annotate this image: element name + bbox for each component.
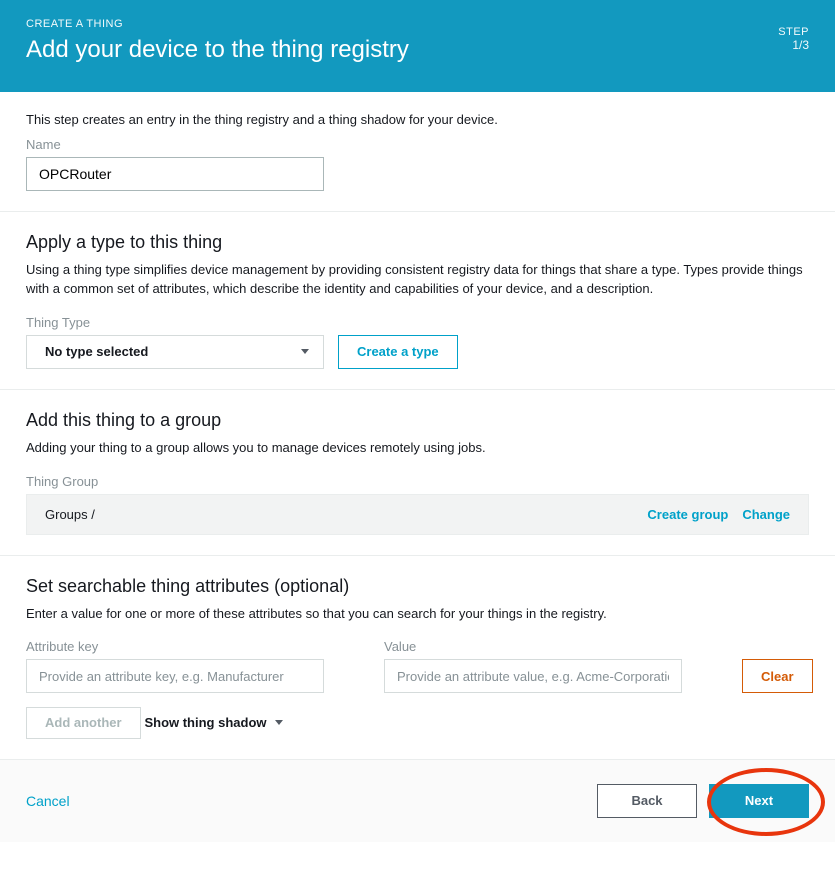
- thing-group-label: Thing Group: [26, 474, 809, 489]
- clear-button[interactable]: Clear: [742, 659, 813, 693]
- intro-text: This step creates an entry in the thing …: [26, 112, 809, 127]
- name-input[interactable]: [26, 157, 324, 191]
- group-desc: Adding your thing to a group allows you …: [26, 439, 809, 458]
- thing-type-label: Thing Type: [26, 315, 809, 330]
- thing-type-dropdown[interactable]: No type selected: [26, 335, 324, 369]
- page-header: CREATE A THING Add your device to the th…: [0, 0, 835, 92]
- change-group-link[interactable]: Change: [742, 507, 790, 522]
- step-count: 1/3: [778, 38, 809, 52]
- attributes-section: Set searchable thing attributes (optiona…: [0, 556, 835, 760]
- step-label: STEP: [778, 26, 809, 38]
- group-path: Groups /: [45, 507, 95, 522]
- header-left: CREATE A THING Add your device to the th…: [26, 18, 409, 64]
- show-shadow-label: Show thing shadow: [144, 715, 266, 730]
- caret-down-icon: [301, 349, 309, 354]
- cancel-link[interactable]: Cancel: [26, 793, 70, 809]
- intro-section: This step creates an entry in the thing …: [0, 92, 835, 212]
- attr-desc: Enter a value for one or more of these a…: [26, 605, 809, 624]
- type-heading: Apply a type to this thing: [26, 232, 809, 253]
- attr-key-label: Attribute key: [26, 639, 324, 654]
- header-step: STEP 1/3: [778, 26, 809, 52]
- back-button[interactable]: Back: [597, 784, 697, 818]
- group-box: Groups / Create group Change: [26, 494, 809, 535]
- footer-right: Back Next: [597, 784, 809, 818]
- type-row: No type selected Create a type: [26, 335, 809, 369]
- attr-heading: Set searchable thing attributes (optiona…: [26, 576, 809, 597]
- type-desc: Using a thing type simplifies device man…: [26, 261, 809, 299]
- group-heading: Add this thing to a group: [26, 410, 809, 431]
- thing-type-selected: No type selected: [45, 344, 148, 359]
- next-button[interactable]: Next: [709, 784, 809, 818]
- create-type-button[interactable]: Create a type: [338, 335, 458, 369]
- attr-key-col: Attribute key: [26, 639, 324, 693]
- show-thing-shadow-toggle[interactable]: Show thing shadow: [144, 715, 282, 730]
- attr-value-col: Value: [384, 639, 682, 693]
- attr-key-input[interactable]: [26, 659, 324, 693]
- create-group-link[interactable]: Create group: [647, 507, 728, 522]
- name-label: Name: [26, 137, 809, 152]
- caret-down-icon: [275, 720, 283, 725]
- type-section: Apply a type to this thing Using a thing…: [0, 212, 835, 390]
- add-another-button[interactable]: Add another: [26, 707, 141, 739]
- attr-value-input[interactable]: [384, 659, 682, 693]
- group-section: Add this thing to a group Adding your th…: [0, 390, 835, 556]
- group-actions: Create group Change: [647, 507, 790, 522]
- attr-value-label: Value: [384, 639, 682, 654]
- breadcrumb: CREATE A THING: [26, 18, 409, 30]
- page-title: Add your device to the thing registry: [26, 36, 409, 64]
- attr-row: Attribute key Value Clear: [26, 639, 809, 693]
- footer: Cancel Back Next: [0, 760, 835, 842]
